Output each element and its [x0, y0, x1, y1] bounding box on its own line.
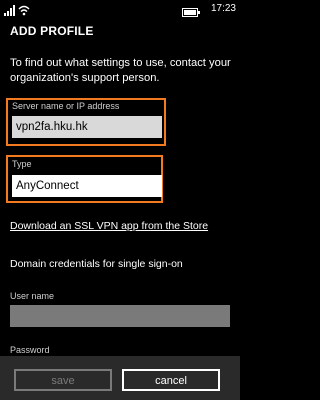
signal-icon: [4, 3, 16, 21]
battery-icon: [182, 4, 200, 22]
cancel-button[interactable]: cancel: [122, 369, 220, 391]
type-label: Type: [12, 159, 32, 169]
page-title: ADD PROFILE: [10, 24, 94, 38]
save-button[interactable]: save: [14, 369, 112, 391]
clock: 17:23: [210, 3, 236, 14]
username-input[interactable]: [10, 305, 230, 327]
server-input[interactable]: vpn2fa.hku.hk: [12, 116, 162, 138]
section-heading: Domain credentials for single sign-on: [10, 258, 183, 270]
app-bar: save cancel: [0, 356, 240, 400]
wifi-icon: [18, 3, 30, 21]
username-label: User name: [10, 291, 55, 301]
status-bar: 17:23: [0, 0, 240, 18]
type-select[interactable]: AnyConnect: [12, 175, 162, 197]
intro-text: To find out what settings to use, contac…: [10, 57, 231, 84]
password-label: Password: [10, 345, 50, 355]
server-label: Server name or IP address: [12, 101, 120, 111]
store-link[interactable]: Download an SSL VPN app from the Store: [10, 220, 208, 232]
